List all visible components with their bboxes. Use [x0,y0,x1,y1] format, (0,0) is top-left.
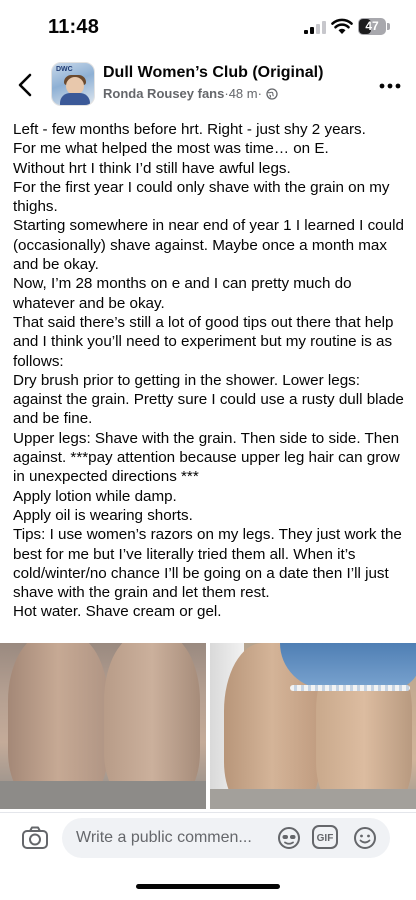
cellular-signal-icon [304,21,326,34]
avatar-sticker-icon[interactable] [277,826,301,850]
comment-bar: Write a public commen... GIF [0,812,416,865]
post-paragraph: Apply lotion while damp. [13,487,177,505]
post-paragraph: Upper legs: Shave with the grain. Then s… [13,429,400,486]
comment-input[interactable]: Write a public commen... GIF [62,818,390,858]
post-paragraph: Starting somewhere in near end of year 1… [13,217,404,274]
status-bar: 11:48 47 [0,0,416,56]
post-paragraph: Tips: I use women’s razors on my legs. T… [13,526,402,602]
camera-icon[interactable] [21,824,49,852]
more-options-icon[interactable] [378,82,402,90]
battery-level-text: 47 [365,19,379,33]
post-photo-before[interactable] [0,643,206,809]
gif-icon[interactable]: GIF [312,825,338,849]
post-photo-after[interactable] [210,643,416,809]
post-paragraph: For the first year I could only shave wi… [13,178,390,216]
post-paragraph: Left - few months before hrt. Right - ju… [13,121,366,138]
avatar-text: DWC [56,66,73,73]
post-paragraph: That said there’s still a lot of good ti… [13,313,394,370]
post-text: Left - few months before hrt. Right - ju… [13,120,409,622]
post-paragraph: For me what helped the most was time… on… [13,140,329,158]
post-meta: Ronda Rousey fans · 48 m · [103,86,278,101]
back-chevron-icon[interactable] [12,68,40,102]
post-paragraph: Dry brush prior to getting in the shower… [13,371,404,428]
post-paragraph: Without hrt I think I’d still have awful… [13,159,291,177]
emoji-icon[interactable] [353,826,377,850]
battery-indicator: 47 [358,18,392,35]
post-paragraph: Now, I’m 28 months on e and I can pretty… [13,275,352,312]
group-name[interactable]: Dull Women’s Club (Original) [103,64,323,82]
group-avatar[interactable]: DWC [51,62,95,106]
post-paragraph: Apply oil is wearing shorts. [13,506,193,524]
home-indicator [136,884,280,889]
post-author[interactable]: Ronda Rousey fans [103,86,224,101]
wifi-icon [331,18,353,34]
comment-placeholder: Write a public commen... [76,829,252,846]
status-time: 11:48 [48,16,100,38]
post-header: DWC Dull Women’s Club (Original) Ronda R… [0,56,416,114]
globe-icon [266,87,278,100]
post-timestamp[interactable]: 48 m [229,86,258,101]
post-paragraph: Hot water. Shave cream or gel. [13,603,222,621]
